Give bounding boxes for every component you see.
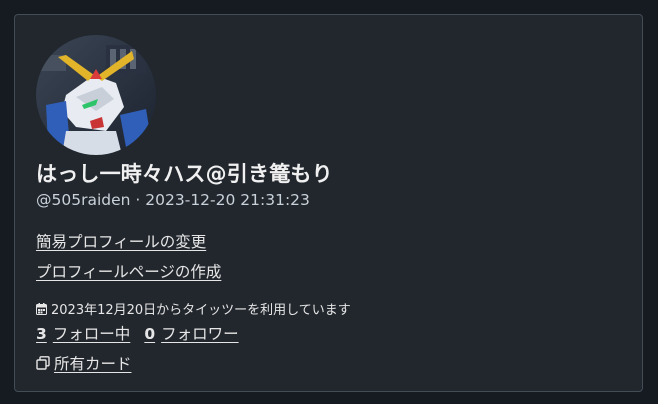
edit-profile-link[interactable]: 簡易プロフィールの変更: [36, 230, 206, 252]
timestamp: 2023-12-20 21:31:23: [145, 191, 310, 209]
followers-count: 0: [144, 325, 156, 343]
followers-label: フォロワー: [161, 325, 239, 343]
following-link[interactable]: 3 フォロー中: [36, 322, 130, 344]
follow-stats: 3 フォロー中 0 フォロワー: [36, 322, 239, 344]
following-count: 3: [36, 325, 47, 343]
owned-cards-label: 所有カード: [54, 355, 132, 373]
display-name: はっし一時々ハス@引き篭もり: [36, 162, 333, 186]
copy-icon: [36, 356, 50, 370]
member-since-text: 2023年12月20日からタイッツーを利用しています: [51, 303, 351, 318]
create-profile-page-link[interactable]: プロフィールページの作成: [36, 260, 221, 282]
followers-link[interactable]: 0 フォロワー: [144, 322, 238, 344]
calendar-icon: [36, 302, 47, 315]
handle-and-timestamp: @505raiden · 2023-12-20 21:31:23: [36, 191, 310, 209]
avatar[interactable]: [36, 35, 156, 155]
avatar-image: [36, 35, 156, 155]
following-label: フォロー中: [52, 325, 131, 343]
member-since: 2023年12月20日からタイッツーを利用しています: [36, 299, 351, 318]
separator: ·: [135, 191, 141, 209]
owned-cards-link[interactable]: 所有カード: [36, 352, 132, 374]
profile-card: はっし一時々ハス@引き篭もり @505raiden · 2023-12-20 2…: [14, 14, 643, 392]
handle[interactable]: @505raiden: [36, 191, 130, 209]
